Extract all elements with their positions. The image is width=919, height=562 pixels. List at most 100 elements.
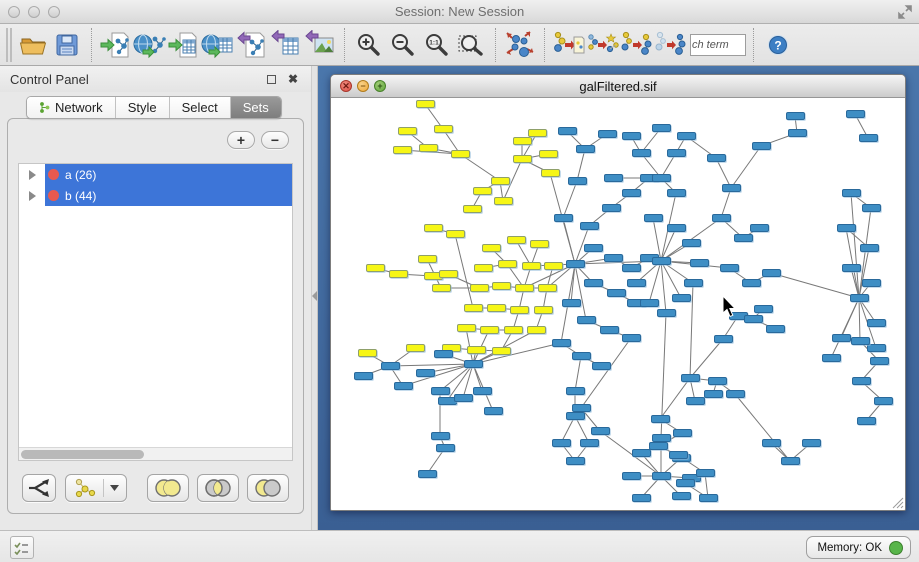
graph-node[interactable] — [754, 305, 773, 313]
graph-node[interactable] — [750, 224, 769, 232]
graph-node[interactable] — [431, 387, 450, 395]
zoom-in-icon[interactable] — [352, 27, 386, 63]
graph-node[interactable] — [539, 150, 558, 158]
graph-node[interactable] — [672, 492, 691, 500]
graph-node[interactable] — [510, 306, 529, 314]
export-table-icon[interactable] — [269, 27, 303, 63]
network-to-file-icon[interactable] — [552, 27, 586, 63]
graph-node[interactable] — [696, 469, 715, 477]
graph-node[interactable] — [676, 479, 695, 487]
graph-node[interactable] — [504, 326, 523, 334]
graph-node[interactable] — [744, 315, 763, 323]
graph-node[interactable] — [652, 257, 671, 265]
graph-node[interactable] — [566, 260, 585, 268]
graph-node[interactable] — [566, 387, 585, 395]
apply-layout-icon[interactable] — [503, 27, 537, 63]
graph-node[interactable] — [669, 451, 688, 459]
graph-node[interactable] — [491, 177, 510, 185]
add-set-button[interactable]: + — [227, 131, 255, 149]
horizontal-scrollbar[interactable] — [19, 447, 292, 460]
graph-node[interactable] — [381, 362, 400, 370]
graph-node[interactable] — [480, 326, 499, 334]
network-frame-titlebar[interactable]: ✕ − + galFiltered.sif — [331, 75, 905, 98]
union-sets-button[interactable] — [147, 474, 189, 502]
graph-node[interactable] — [492, 282, 511, 290]
union-networks-icon[interactable] — [620, 27, 654, 63]
graph-node[interactable] — [720, 264, 739, 272]
graph-node[interactable] — [562, 299, 581, 307]
graph-node[interactable] — [541, 169, 560, 177]
graph-node[interactable] — [640, 299, 659, 307]
graph-node[interactable] — [580, 439, 599, 447]
graph-node[interactable] — [672, 294, 691, 302]
graph-node[interactable] — [722, 184, 741, 192]
import-network-file-icon[interactable] — [99, 27, 133, 63]
graph-node[interactable] — [862, 204, 881, 212]
maximize-frame-icon[interactable]: + — [374, 80, 386, 92]
graph-node[interactable] — [766, 325, 785, 333]
task-history-button[interactable] — [10, 536, 34, 559]
graph-node[interactable] — [673, 429, 692, 437]
graph-node[interactable] — [651, 415, 670, 423]
graph-node[interactable] — [431, 432, 450, 440]
create-set-dropdown-button[interactable] — [65, 474, 127, 502]
open-session-icon[interactable] — [16, 27, 50, 63]
graph-node[interactable] — [600, 326, 619, 334]
graph-node[interactable] — [474, 264, 493, 272]
tab-network[interactable]: Network — [27, 97, 116, 118]
graph-node[interactable] — [470, 284, 489, 292]
graph-node[interactable] — [580, 222, 599, 230]
list-item[interactable]: a (26) — [19, 164, 292, 185]
graph-node[interactable] — [857, 417, 876, 425]
graph-node[interactable] — [389, 270, 408, 278]
graph-node[interactable] — [681, 374, 700, 382]
graph-node[interactable] — [622, 189, 641, 197]
graph-node[interactable] — [867, 319, 886, 327]
graph-node[interactable] — [627, 279, 646, 287]
graph-node[interactable] — [822, 354, 841, 362]
graph-node[interactable] — [802, 439, 821, 447]
graph-node[interactable] — [742, 279, 761, 287]
graph-node[interactable] — [530, 240, 549, 248]
graph-node[interactable] — [552, 439, 571, 447]
graph-node[interactable] — [657, 309, 676, 317]
graph-node[interactable] — [860, 244, 879, 252]
graph-node[interactable] — [602, 204, 621, 212]
graph-node[interactable] — [494, 197, 513, 205]
close-frame-icon[interactable]: ✕ — [340, 80, 352, 92]
graph-node[interactable] — [852, 377, 871, 385]
float-panel-icon[interactable] — [263, 71, 279, 87]
pane-splitter[interactable] — [311, 66, 318, 530]
expander-icon[interactable] — [19, 164, 45, 185]
graph-node[interactable] — [473, 187, 492, 195]
set-row-a[interactable]: a (26) — [45, 164, 292, 185]
graph-node[interactable] — [419, 144, 438, 152]
graph-node[interactable] — [832, 334, 851, 342]
zoom-window-icon[interactable] — [48, 6, 60, 18]
graph-node[interactable] — [498, 260, 517, 268]
minimize-frame-icon[interactable]: − — [357, 80, 369, 92]
graph-node[interactable] — [622, 264, 641, 272]
graph-node[interactable] — [649, 442, 668, 450]
graph-node[interactable] — [454, 394, 473, 402]
graph-node[interactable] — [667, 149, 686, 157]
graph-node[interactable] — [432, 284, 451, 292]
save-session-icon[interactable] — [50, 27, 84, 63]
graph-node[interactable] — [867, 344, 886, 352]
graph-node[interactable] — [690, 259, 709, 267]
graph-node[interactable] — [850, 294, 869, 302]
graph-node[interactable] — [439, 270, 458, 278]
graph-node[interactable] — [513, 137, 532, 145]
graph-node[interactable] — [572, 352, 591, 360]
graph-node[interactable] — [591, 427, 610, 435]
graph-node[interactable] — [851, 337, 870, 345]
import-table-web-icon[interactable] — [201, 27, 235, 63]
graph-node[interactable] — [837, 224, 856, 232]
graph-node[interactable] — [451, 150, 470, 158]
tab-sets[interactable]: Sets — [231, 97, 281, 118]
tab-style[interactable]: Style — [116, 97, 170, 118]
graph-node[interactable] — [607, 289, 626, 297]
graph-node[interactable] — [632, 149, 651, 157]
graph-node[interactable] — [684, 279, 703, 287]
graph-node[interactable] — [708, 377, 727, 385]
